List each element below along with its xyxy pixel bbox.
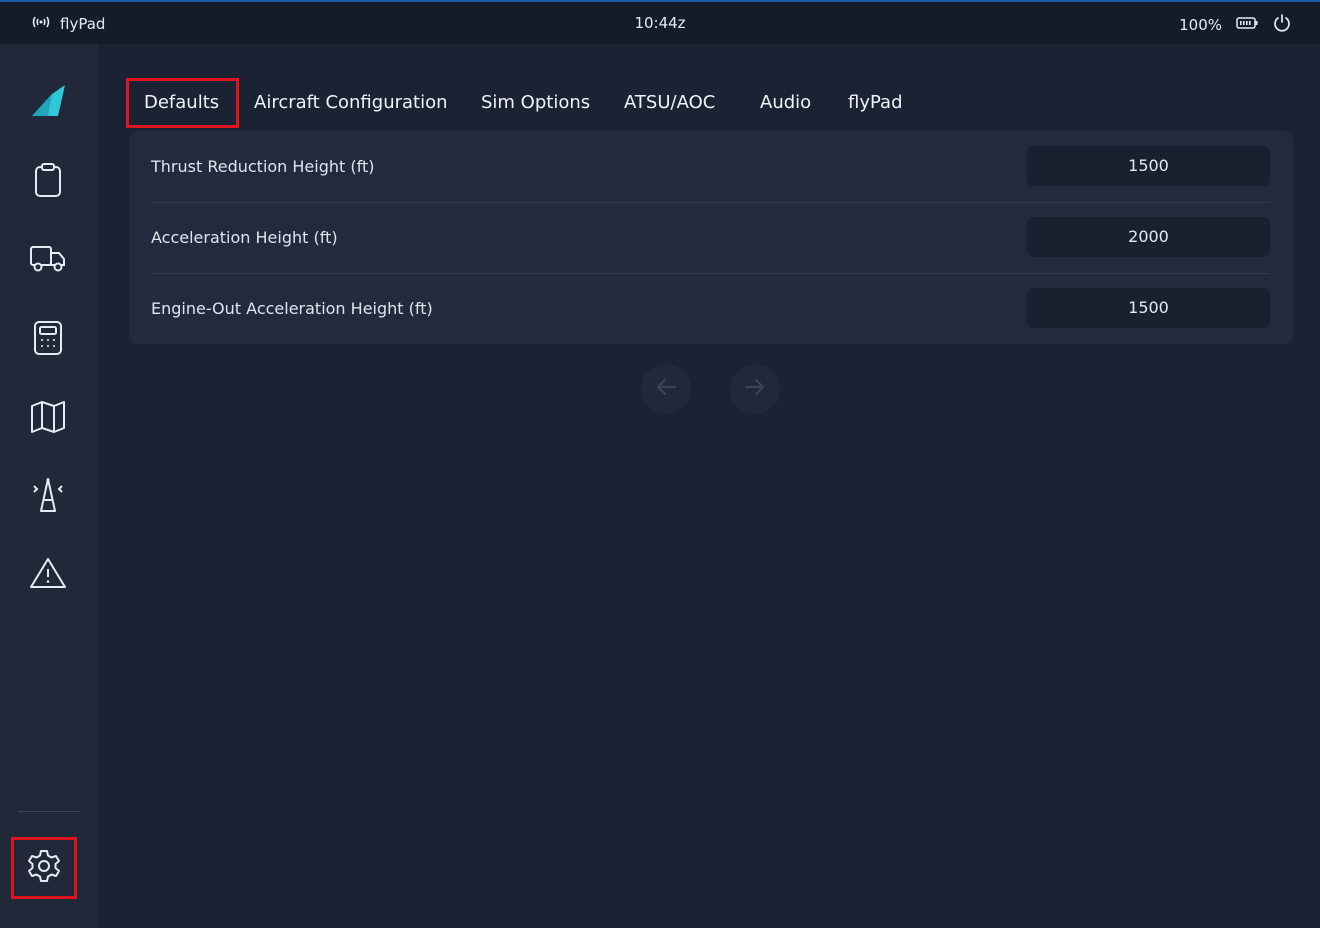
previous-page-button[interactable] [641,364,691,414]
status-bar: flyPad 10:44z 100% [0,2,1320,44]
tab-sim-options[interactable]: Sim Options [481,78,590,128]
broadcast-tower-icon[interactable] [26,473,70,517]
tab-aircraft-configuration[interactable]: Aircraft Configuration [254,78,448,128]
status-right: 100% [1179,13,1292,37]
arrow-left-icon [655,378,677,400]
tab-atsu-aoc[interactable]: ATSU/AOC [624,78,715,128]
engine-out-acceleration-height-input[interactable]: 1500 [1027,288,1270,328]
thrust-reduction-height-input[interactable]: 1500 [1027,146,1270,186]
setting-label: Engine-Out Acceleration Height (ft) [151,299,433,318]
arrow-right-icon [744,378,766,400]
power-icon[interactable] [1272,13,1292,37]
defaults-settings-panel: Thrust Reduction Height (ft) 1500 Accele… [129,131,1293,344]
map-icon[interactable] [26,395,70,439]
tab-flypad[interactable]: flyPad [848,78,903,128]
next-page-button[interactable] [730,364,780,414]
gear-icon[interactable] [26,848,62,888]
tab-defaults[interactable]: Defaults [126,78,239,128]
truck-icon[interactable] [26,237,70,281]
setting-row: Thrust Reduction Height (ft) 1500 [151,131,1270,202]
flybywire-logo-icon[interactable] [26,78,70,122]
battery-percent: 100% [1179,16,1222,34]
setting-row: Acceleration Height (ft) 2000 [151,202,1270,273]
calculator-icon[interactable] [26,316,70,360]
sidebar [0,44,98,928]
setting-row: Engine-Out Acceleration Height (ft) 1500 [151,273,1270,344]
settings-nav-button[interactable] [11,837,77,899]
setting-label: Thrust Reduction Height (ft) [151,157,375,176]
setting-label: Acceleration Height (ft) [151,228,338,247]
clipboard-icon[interactable] [26,158,70,202]
clock: 10:44z [634,14,686,32]
acceleration-height-input[interactable]: 2000 [1027,217,1270,257]
battery-icon [1236,16,1258,34]
warning-triangle-icon[interactable] [26,551,70,595]
sidebar-divider [18,811,80,812]
tab-audio[interactable]: Audio [760,78,811,128]
